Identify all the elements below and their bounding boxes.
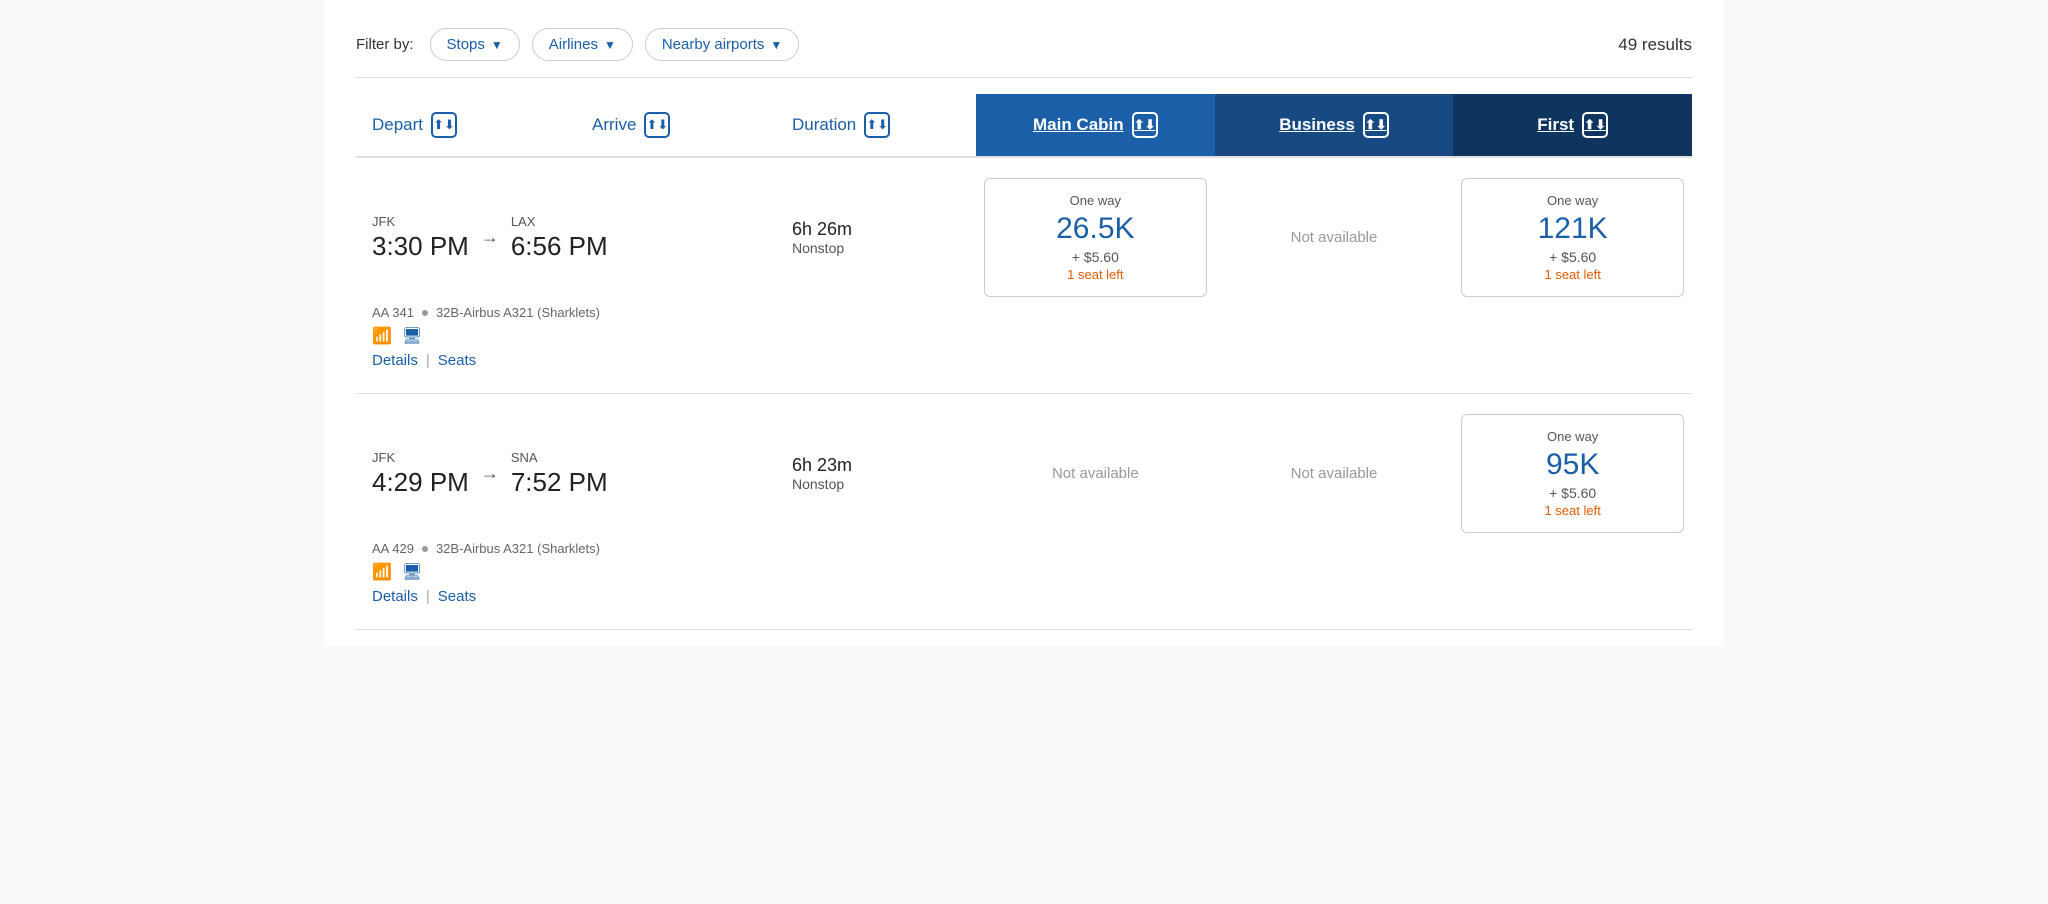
duration-col-1: 6h 26m Nonstop [776,219,976,256]
details-link-2[interactable]: Details [372,588,418,605]
duration-column-header[interactable]: Duration ⬆⬇ [776,94,976,156]
depart-arrive-block-1: JFK 3:30 PM → LAX 6:56 PM [356,214,776,262]
page-container: Filter by: Stops ▼ Airlines ▼ Nearby air… [324,0,1724,646]
business-unavailable-2: Not available [1215,465,1454,482]
stops-2: Nonstop [792,476,960,492]
stops-1: Nonstop [792,240,960,256]
main-cabin-sort-icon: ⬆⬇ [1132,112,1158,138]
arrive-code-2: SNA [511,450,608,465]
duration-sort-icon: ⬆⬇ [864,112,890,138]
first-cash-1: + $5.60 [1474,249,1671,265]
duration-1: 6h 26m [792,219,960,240]
filter-bar: Filter by: Stops ▼ Airlines ▼ Nearby air… [356,16,1692,78]
dot-2 [422,546,428,552]
arrive-code-1: LAX [511,214,608,229]
column-headers: Depart ⬆⬇ Arrive ⬆⬇ Duration ⬆⬇ Main Cab… [356,94,1692,158]
stops-filter-button[interactable]: Stops ▼ [430,28,520,61]
main-cabin-seats-1: 1 seat left [997,267,1194,282]
stops-chevron-icon: ▼ [491,38,503,52]
stops-label: Stops [447,36,485,53]
arrow-icon-1: → [481,227,499,248]
depart-sort-icon: ⬆⬇ [431,112,457,138]
main-cabin-price-1[interactable]: One way 26.5K + $5.60 1 seat left [976,178,1215,297]
first-seats-2: 1 seat left [1474,503,1671,518]
nearby-airports-filter-button[interactable]: Nearby airports ▼ [645,28,799,61]
details-links-1: Details | Seats [372,352,760,369]
duration-col-2: 6h 23m Nonstop [776,455,976,492]
depart-code-2: JFK [372,450,469,465]
main-cabin-one-way-1: One way [997,193,1194,208]
flight-row-2: JFK 4:29 PM → SNA 7:52 PM 6h 23m Nonstop… [356,394,1692,630]
depart-column-header[interactable]: Depart ⬆⬇ [356,94,576,156]
arrow-icon-2: → [481,463,499,484]
airlines-filter-button[interactable]: Airlines ▼ [532,28,633,61]
main-cabin-cash-1: + $5.60 [997,249,1194,265]
entertainment-icon-1: 🖥 [402,326,422,346]
first-one-way-1: One way [1474,193,1671,208]
airlines-label: Airlines [549,36,598,53]
arrive-column-header[interactable]: Arrive ⬆⬇ [576,94,776,156]
amenity-icons-1: 📶 🖥 [372,326,760,346]
depart-code-1: JFK [372,214,469,229]
first-column-header[interactable]: First ⬆⬇ [1453,94,1692,156]
details-links-2: Details | Seats [372,588,760,605]
details-link-1[interactable]: Details [372,352,418,369]
airlines-chevron-icon: ▼ [604,38,616,52]
flight-row-1: JFK 3:30 PM → LAX 6:56 PM 6h 26m Nonstop… [356,158,1692,394]
depart-arrive-block-2: JFK 4:29 PM → SNA 7:52 PM [356,450,776,498]
depart-time-1: 3:30 PM [372,231,469,262]
depart-time-2: 4:29 PM [372,467,469,498]
flight-number-row-1: AA 341 32B-Airbus A321 (Sharklets) [372,305,760,320]
aircraft-2: 32B-Airbus A321 (Sharklets) [436,541,600,556]
main-cabin-miles-1: 26.5K [997,212,1194,245]
flight-number-1: AA 341 [372,305,414,320]
duration-2: 6h 23m [792,455,960,476]
business-column-header[interactable]: Business ⬆⬇ [1215,94,1454,156]
wifi-icon-1: 📶 [372,326,392,346]
first-one-way-2: One way [1474,429,1671,444]
nearby-airports-chevron-icon: ▼ [770,38,782,52]
flight-sub-info-1: AA 341 32B-Airbus A321 (Sharklets) 📶 🖥 D… [356,305,776,369]
business-unavailable-1: Not available [1215,229,1454,246]
first-miles-2: 95K [1474,448,1671,481]
seats-link-2[interactable]: Seats [438,588,476,605]
entertainment-icon-2: 🖥 [402,562,422,582]
amenity-icons-2: 📶 🖥 [372,562,760,582]
flight-number-row-2: AA 429 32B-Airbus A321 (Sharklets) [372,541,760,556]
flight-number-2: AA 429 [372,541,414,556]
arrive-time-2: 7:52 PM [511,467,608,498]
arrive-sort-icon: ⬆⬇ [644,112,670,138]
first-cash-2: + $5.60 [1474,485,1671,501]
flight-sub-info-2: AA 429 32B-Airbus A321 (Sharklets) 📶 🖥 D… [356,541,776,605]
business-sort-icon: ⬆⬇ [1363,112,1389,138]
first-price-2[interactable]: One way 95K + $5.60 1 seat left [1453,414,1692,533]
wifi-icon-2: 📶 [372,562,392,582]
main-cabin-column-header[interactable]: Main Cabin ⬆⬇ [976,94,1215,156]
results-count: 49 results [1618,35,1692,55]
seats-link-1[interactable]: Seats [438,352,476,369]
first-sort-icon: ⬆⬇ [1582,112,1608,138]
first-seats-1: 1 seat left [1474,267,1671,282]
first-miles-1: 121K [1474,212,1671,245]
first-price-1[interactable]: One way 121K + $5.60 1 seat left [1453,178,1692,297]
nearby-airports-label: Nearby airports [662,36,765,53]
aircraft-1: 32B-Airbus A321 (Sharklets) [436,305,600,320]
filter-label: Filter by: [356,36,414,53]
arrive-time-1: 6:56 PM [511,231,608,262]
dot-1 [422,310,428,316]
main-cabin-unavailable-2: Not available [976,465,1215,482]
